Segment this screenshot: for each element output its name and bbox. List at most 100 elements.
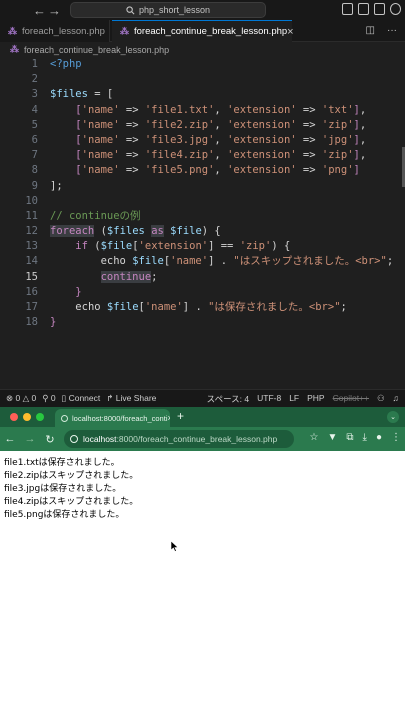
code-token: => bbox=[296, 164, 322, 177]
code-line: if ($file['extension'] == 'zip') { bbox=[50, 239, 393, 254]
code-token: => bbox=[119, 133, 145, 146]
line-number: 7 bbox=[31, 149, 38, 162]
browser-tab-title: localhost:8000/foreach_conti bbox=[72, 413, 168, 423]
status-problems[interactable]: ⊗ 0 △ 0 bbox=[6, 393, 36, 404]
tab-close-icon[interactable]: × bbox=[287, 26, 293, 38]
back-arrow-icon[interactable]: ← bbox=[0, 433, 20, 445]
line-number: 9 bbox=[31, 179, 38, 192]
vscode-window: ← → php_short_lesson ⁂ foreach_lesson.ph… bbox=[0, 0, 405, 407]
status-eol[interactable]: LF bbox=[289, 393, 299, 405]
status-copilot[interactable]: Copilot++ bbox=[333, 393, 369, 405]
warning-count: 0 bbox=[31, 393, 37, 403]
bookmark-star-icon[interactable]: ☆ bbox=[310, 432, 319, 443]
accounts-icon[interactable]: ⚇ bbox=[377, 393, 385, 405]
menu-kebab-icon[interactable]: ⋮ bbox=[391, 432, 401, 443]
line-number-gutter: 1 2 3 4 5 6 7 8 9 10 11 12 13 14 15 16 1… bbox=[0, 57, 40, 330]
code-token: 'file1.txt' bbox=[144, 103, 215, 116]
tab-foreach-lesson[interactable]: ⁂ foreach_lesson.php bbox=[0, 20, 110, 42]
output-line: file5.pngは保存されました。 bbox=[4, 510, 125, 520]
close-window-button[interactable] bbox=[10, 413, 18, 421]
address-bar[interactable]: localhost:8000/foreach_continue_break_le… bbox=[64, 430, 294, 448]
forward-arrow-icon[interactable]: → bbox=[20, 433, 40, 445]
extensions-puzzle-icon[interactable]: ⧉ bbox=[346, 432, 353, 443]
settings-gear-icon[interactable] bbox=[390, 3, 401, 15]
code-token: echo bbox=[75, 301, 101, 313]
tab-foreach-continue-break-lesson[interactable]: ⁂ foreach_continue_break_lesson.php × bbox=[112, 20, 294, 42]
code-token: as bbox=[151, 225, 164, 238]
status-live-share[interactable]: ↱ Live Share bbox=[106, 393, 156, 404]
output-line: file4.zipはスキップされました。 bbox=[4, 497, 139, 507]
code-token: ) { bbox=[271, 240, 291, 253]
reload-icon[interactable]: ↻ bbox=[40, 433, 60, 446]
profile-avatar-icon[interactable]: ● bbox=[376, 432, 382, 443]
code-token: => bbox=[296, 149, 322, 162]
line-number: 11 bbox=[25, 209, 38, 222]
maximize-window-button[interactable] bbox=[36, 413, 44, 421]
code-comment: // continueの例 bbox=[50, 209, 141, 222]
line-number: 4 bbox=[31, 103, 38, 116]
browser-tab-active[interactable]: localhost:8000/foreach_conti × bbox=[55, 409, 170, 427]
code-token: , bbox=[214, 164, 228, 177]
code-token: } bbox=[50, 316, 57, 329]
tab-close-icon[interactable]: × bbox=[167, 413, 170, 423]
back-arrow-icon[interactable]: ← bbox=[32, 3, 47, 18]
code-token: ( bbox=[94, 225, 107, 238]
code-token: 'extension' bbox=[227, 118, 297, 131]
line-number: 8 bbox=[31, 164, 38, 177]
code-token: 'txt' bbox=[321, 103, 354, 116]
code-token: , bbox=[214, 118, 228, 131]
status-bar: ⊗ 0 △ 0 ⚲ 0 ▯ Connect ↱ Live Share スペース:… bbox=[0, 389, 405, 407]
split-editor-icon[interactable]: ◫ bbox=[366, 25, 375, 36]
code-token: continue bbox=[100, 270, 152, 283]
page-content: file1.txtは保存されました。 file2.zipはスキップされました。 … bbox=[0, 451, 405, 720]
code-line: ['name' => 'file3.jpg', 'extension' => '… bbox=[50, 133, 393, 148]
code-token: 'jpg' bbox=[321, 133, 354, 146]
url-host: localhost bbox=[83, 434, 117, 444]
line-number-current: 15 bbox=[25, 270, 38, 283]
toggle-panel-icon[interactable] bbox=[358, 3, 369, 15]
breadcrumb[interactable]: ⁂ foreach_continue_break_lesson.php bbox=[0, 42, 405, 57]
toggle-sidebar-icon[interactable] bbox=[342, 3, 353, 15]
code-token: 'extension' bbox=[227, 133, 297, 146]
minimize-window-button[interactable] bbox=[23, 413, 31, 421]
line-number: 2 bbox=[31, 73, 38, 86]
globe-icon bbox=[61, 414, 68, 422]
more-actions-icon[interactable]: ··· bbox=[387, 25, 397, 36]
code-token: 'zip' bbox=[321, 118, 354, 131]
code-token: => bbox=[119, 149, 145, 162]
code-token: 'file5.png' bbox=[144, 164, 215, 177]
code-token: 'extension' bbox=[227, 164, 297, 177]
downloads-icon[interactable]: ⤓ bbox=[363, 432, 367, 443]
toggle-secondary-sidebar-icon[interactable] bbox=[374, 3, 385, 15]
code-token: ; bbox=[151, 270, 158, 283]
live-share-label: Live Share bbox=[115, 393, 157, 403]
code-editor[interactable]: 1 2 3 4 5 6 7 8 9 10 11 12 13 14 15 16 1… bbox=[0, 57, 405, 387]
tab-search-chevron-icon[interactable]: ⌄ bbox=[387, 411, 399, 423]
line-number: 16 bbox=[25, 285, 38, 298]
site-info-icon[interactable] bbox=[70, 435, 78, 443]
notifications-bell-icon[interactable]: ♫ bbox=[393, 393, 399, 405]
status-encoding[interactable]: UTF-8 bbox=[257, 393, 281, 405]
new-tab-button[interactable]: + bbox=[177, 409, 184, 423]
code-token: 'extension' bbox=[138, 240, 209, 253]
code-token: 'name' bbox=[81, 149, 120, 162]
code-line-current: continue; bbox=[50, 270, 393, 285]
code-token: , bbox=[359, 133, 367, 146]
status-ports[interactable]: ⚲ 0 bbox=[42, 393, 55, 404]
code-token: 'name' bbox=[81, 164, 120, 177]
output-line: file1.txtは保存されました。 bbox=[4, 458, 120, 468]
status-indentation[interactable]: スペース: 4 bbox=[207, 393, 249, 405]
code-token: ] == bbox=[208, 240, 240, 253]
forward-arrow-icon[interactable]: → bbox=[47, 3, 62, 18]
line-number: 1 bbox=[31, 58, 38, 70]
status-language[interactable]: PHP bbox=[307, 393, 324, 405]
php-file-icon: ⁂ bbox=[8, 25, 17, 36]
command-center-search[interactable]: php_short_lesson bbox=[70, 2, 266, 18]
code-token: echo bbox=[100, 255, 126, 268]
code-line: ['name' => 'file5.png', 'extension' => '… bbox=[50, 163, 393, 178]
status-connect[interactable]: ▯ Connect bbox=[62, 393, 101, 404]
title-bar: ← → php_short_lesson bbox=[0, 0, 405, 20]
code-token: ) { bbox=[201, 225, 221, 238]
extension-v-icon[interactable]: ▼ bbox=[327, 432, 337, 443]
